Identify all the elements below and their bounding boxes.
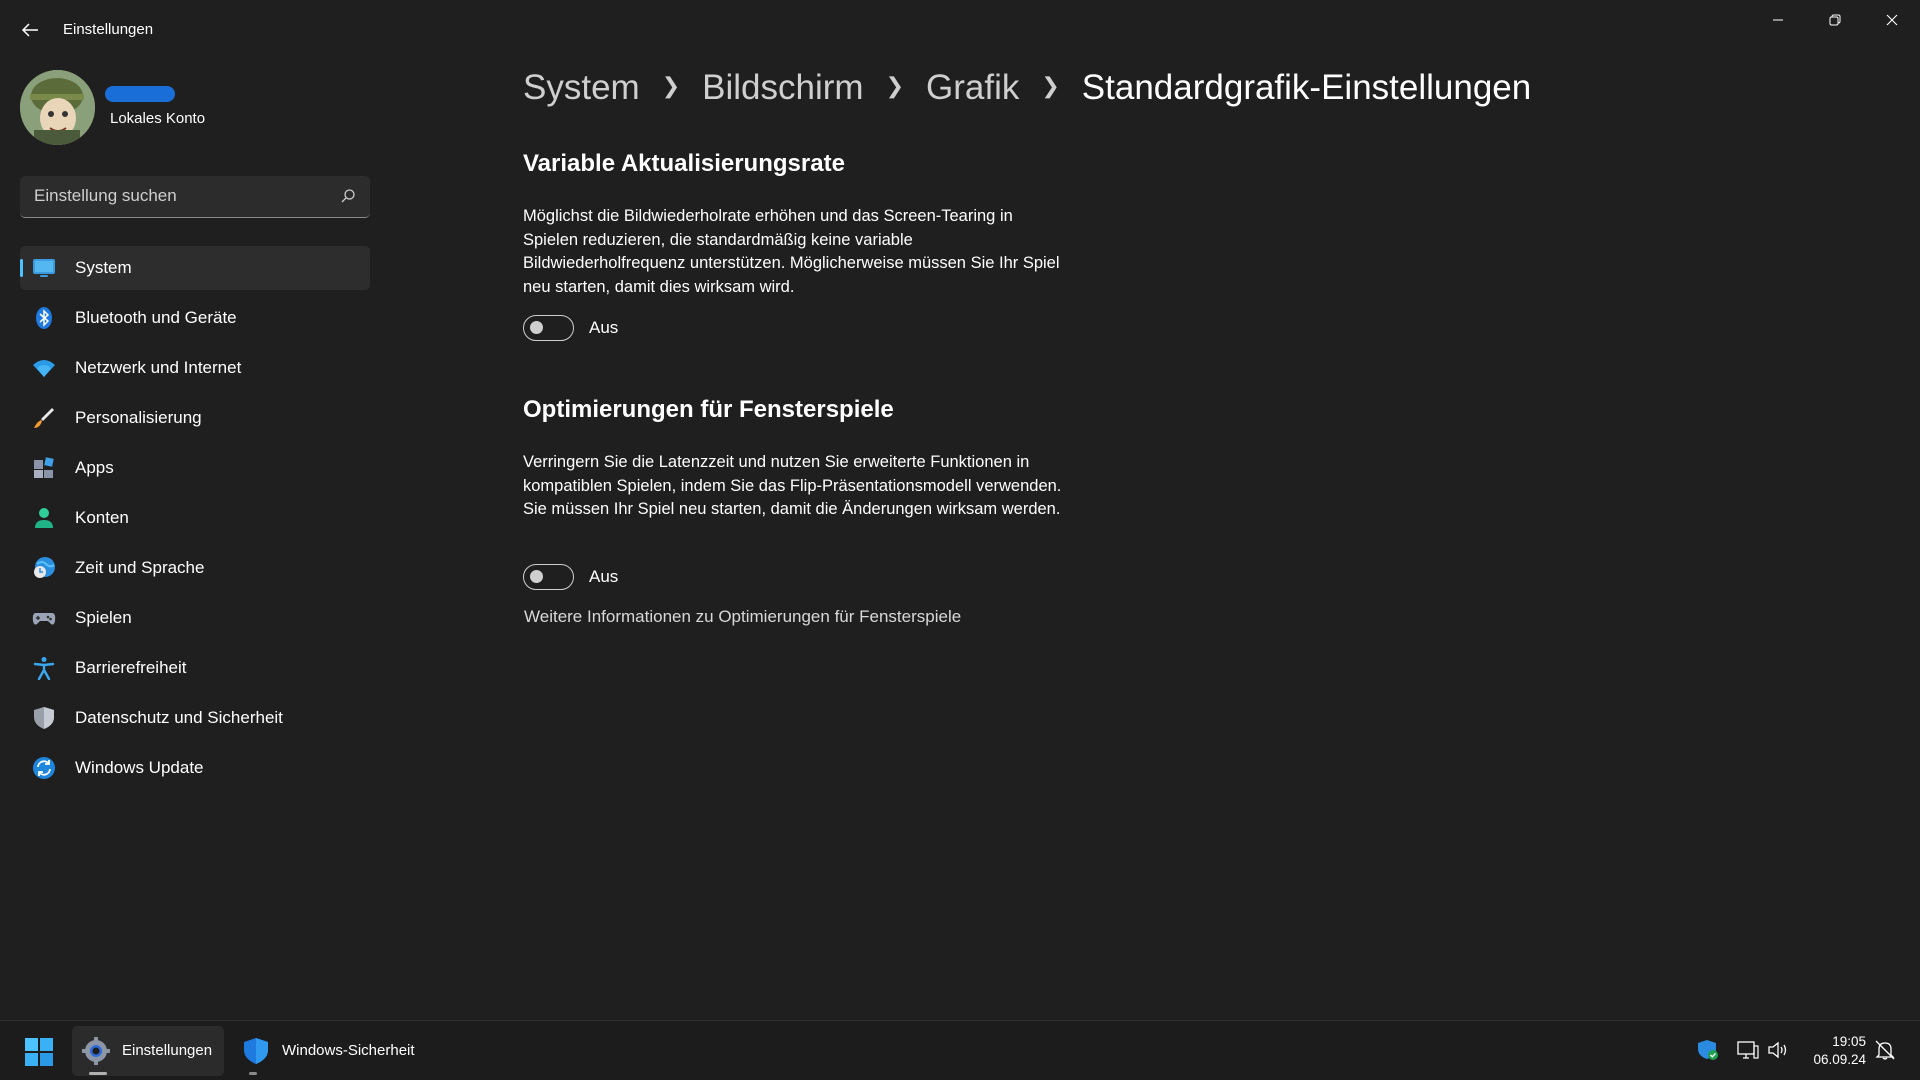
windowed-games-description: Verringern Sie die Latenzzeit und nutzen… [523,453,1062,518]
sidebar-item-label: Datenschutz und Sicherheit [75,708,283,727]
sidebar-item-bluetooth[interactable]: Bluetooth und Geräte [20,296,370,340]
breadcrumb-graphics[interactable]: Grafik [926,68,1019,108]
sidebar-item-personalization[interactable]: Personalisierung [20,396,370,440]
sidebar-item-label: Netzwerk und Internet [75,358,242,377]
sidebar-item-accessibility[interactable]: Barrierefreiheit [20,646,370,690]
page-title: Standardgrafik-Einstellungen [1081,68,1532,107]
settings-window: Einstellungen Lokales Konto Einstellung … [0,0,1920,1020]
sidebar-item-label: Spielen [75,608,132,627]
running-indicator [249,1072,257,1075]
update-icon [33,757,55,779]
profile-name-redacted [105,86,175,102]
sidebar-item-label: Bluetooth und Geräte [75,308,237,327]
sidebar-item-label: Windows Update [75,758,204,777]
taskbar-app-settings[interactable]: Einstellungen [72,1026,224,1076]
sidebar-item-label: Konten [75,508,129,527]
chevron-right-icon: ❯ [1041,73,1060,98]
chevron-right-icon: ❯ [885,73,904,98]
back-button[interactable] [18,18,42,42]
globe-clock-icon [34,557,55,578]
breadcrumb-display[interactable]: Bildschirm [702,68,863,108]
minimize-button[interactable] [1749,0,1806,40]
gamepad-icon [32,613,56,625]
apps-icon [34,457,54,478]
network-icon[interactable] [1737,1039,1759,1061]
search-input[interactable] [34,176,334,216]
window-controls [1749,0,1920,40]
sidebar-item-label: Zeit und Sprache [75,558,205,577]
vrr-toggle[interactable] [523,315,574,341]
start-button[interactable] [24,1037,54,1067]
monitor-icon [33,259,55,277]
defender-status-icon[interactable] [1697,1039,1719,1061]
wifi-icon [33,360,55,377]
vrr-description: Möglichst die Bildwiederholrate erhöhen … [523,207,1060,296]
toggle-knob [530,570,543,583]
taskbar-app-windows-security[interactable]: Windows-Sicherheit [232,1026,432,1076]
sidebar-item-windows-update[interactable]: Windows Update [20,746,370,790]
avatar [20,70,95,145]
app-title: Einstellungen [63,21,154,38]
close-button[interactable] [1863,0,1920,40]
toggle-knob [530,321,543,334]
sidebar-item-label: System [75,258,132,277]
taskbar: Einstellungen Windows-Sicherheit 19:05 0… [0,1020,1920,1080]
sidebar-item-gaming[interactable]: Spielen [20,596,370,640]
taskbar-app-label: Windows-Sicherheit [282,1042,415,1059]
windowed-games-toggle-state: Aus [589,567,619,586]
breadcrumb-system[interactable]: System [523,68,640,108]
shield-icon [34,707,54,729]
search-box[interactable] [20,176,370,218]
person-icon [35,508,53,528]
sidebar-item-privacy-security[interactable]: Datenschutz und Sicherheit [20,696,370,740]
sidebar-item-network[interactable]: Netzwerk und Internet [20,346,370,390]
breadcrumb: System ❯ Bildschirm ❯ Grafik ❯ Standardg… [523,68,1531,108]
sidebar-item-accounts[interactable]: Konten [20,496,370,540]
windows-logo-icon [25,1038,53,1066]
restore-icon [1829,14,1840,26]
sidebar-item-label: Barrierefreiheit [75,658,187,677]
vrr-section-title: Variable Aktualisierungsrate [523,150,845,177]
system-clock[interactable]: 19:05 06.09.24 [1813,1033,1866,1069]
restore-button[interactable] [1806,0,1863,40]
chevron-right-icon: ❯ [661,73,681,98]
arrow-left-icon [21,23,38,37]
account-type: Lokales Konto [110,110,206,127]
sidebar-item-label: Apps [75,458,114,477]
settings-gear-icon [82,1037,110,1065]
windowed-games-toggle[interactable] [523,564,574,590]
clock-time: 19:05 [1832,1034,1866,1049]
sidebar-item-time-language[interactable]: Zeit und Sprache [20,546,370,590]
user-profile[interactable]: Lokales Konto [20,70,360,146]
taskbar-app-label: Einstellungen [122,1042,213,1059]
notification-bell-icon[interactable] [1874,1039,1896,1061]
sidebar-nav: System Bluetooth und Geräte Netzwerk und… [20,246,370,796]
sidebar-item-label: Personalisierung [75,408,202,427]
clock-date: 06.09.24 [1813,1052,1866,1067]
windows-security-icon [244,1038,268,1064]
minimize-icon [1772,19,1783,21]
volume-icon[interactable] [1767,1039,1789,1061]
close-icon [1886,14,1897,26]
sidebar-item-system[interactable]: System [20,246,370,290]
search-icon[interactable] [340,188,356,204]
accessibility-icon [33,657,55,680]
running-indicator [89,1072,107,1075]
windowed-games-info-link[interactable]: Weitere Informationen zu Optimierungen f… [524,607,961,627]
windowed-games-section-title: Optimierungen für Fensterspiele [523,396,894,423]
sidebar-item-apps[interactable]: Apps [20,446,370,490]
vrr-toggle-state: Aus [589,318,619,337]
bluetooth-icon [36,307,52,329]
brush-icon [34,408,54,428]
title-bar: Einstellungen [0,0,1920,60]
